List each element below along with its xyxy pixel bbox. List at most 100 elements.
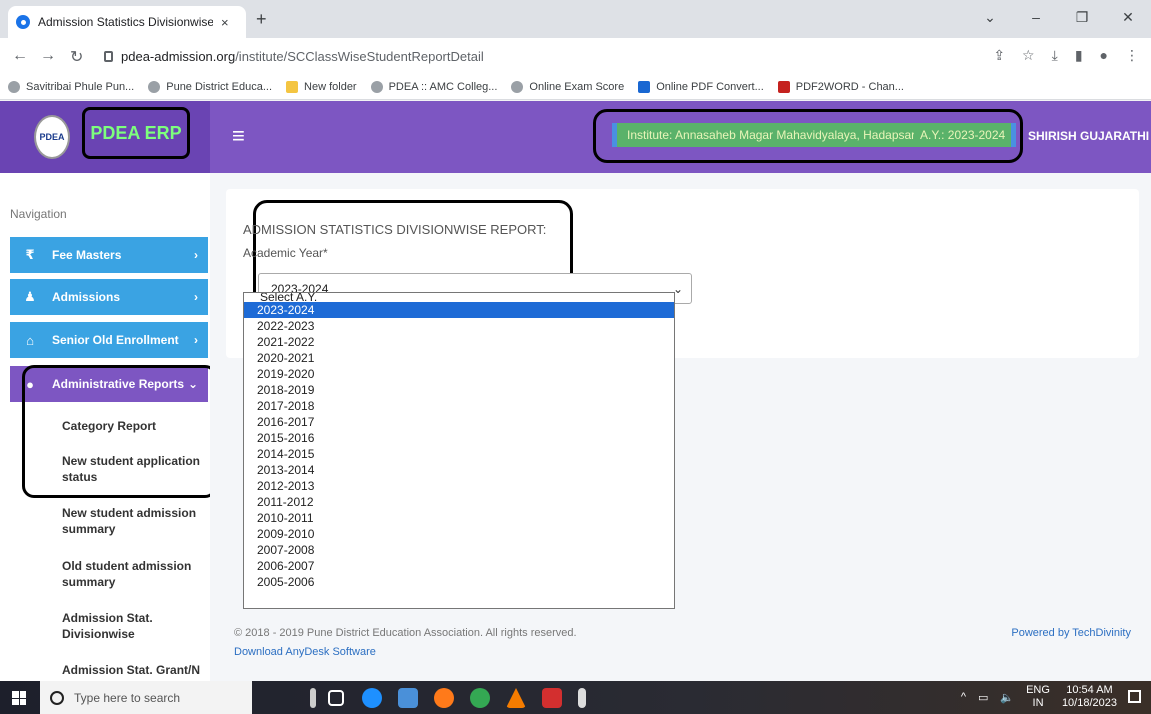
dropdown-option[interactable]: 2009-2010 (244, 526, 674, 542)
dropdown-option-placeholder[interactable]: Select A.Y. (244, 293, 674, 302)
dropdown-option[interactable]: 2005-2006 (244, 574, 674, 590)
task-view-icon[interactable] (328, 690, 344, 706)
page-title: ADMISSION STATISTICS DIVISIONWISE REPORT… (243, 222, 547, 237)
bookmark-item[interactable]: Savitribai Phule Pun... (8, 80, 134, 93)
chrome-icon[interactable] (470, 688, 490, 708)
rupee-icon: ₹ (25, 247, 35, 262)
bookmark-item[interactable]: New folder (286, 80, 357, 93)
minimize-icon[interactable]: – (1013, 6, 1059, 28)
bookmark-star-icon[interactable]: ☆ (1022, 47, 1035, 64)
sidebar-sub-category-report[interactable]: Category Report (62, 418, 202, 434)
tab-title: Admission Statistics Divisionwise (38, 15, 213, 29)
dropdown-option[interactable]: 2022-2023 (244, 318, 674, 334)
globe-icon (8, 80, 20, 93)
tab-search-icon[interactable]: ⌄ (967, 6, 1013, 28)
new-tab-button[interactable]: + (256, 9, 267, 30)
sidebar-sub-old-student-admission-summary[interactable]: Old student admission summary (62, 558, 202, 590)
globe-icon (370, 80, 383, 93)
sidebar-sub-admission-stat-grant[interactable]: Admission Stat. Grant/N (62, 662, 202, 678)
bookmark-item[interactable]: PDF2WORD - Chan... (777, 80, 904, 93)
volume-icon[interactable]: 🔈 (1000, 691, 1014, 704)
clock[interactable]: 10:54 AM 10/18/2023 (1062, 684, 1117, 710)
dropdown-option[interactable]: 2017-2018 (244, 398, 674, 414)
bookmark-item[interactable]: PDEA :: AMC Colleg... (370, 80, 497, 93)
dropdown-option[interactable]: 2012-2013 (244, 478, 674, 494)
dropdown-option[interactable]: 2010-2011 (244, 510, 674, 526)
back-arrow-icon[interactable]: ← (12, 47, 28, 65)
bookmark-item[interactable]: Online PDF Convert... (638, 80, 764, 93)
dropdown-option[interactable]: 2013-2014 (244, 462, 674, 478)
search-placeholder: Type here to search (74, 690, 181, 705)
user-name[interactable]: SHIRISH GUJARATHI (1028, 129, 1149, 143)
toolbar-icons: ⇪ ☆ ⤓ ▮ ● ⋮ (993, 47, 1139, 64)
window-controls: ⌄ – ❐ ✕ (967, 6, 1151, 28)
address-bar-row: ← → ↻ pdea-admission.org/institute/SCCla… (0, 38, 1151, 74)
dropdown-option[interactable]: 2019-2020 (244, 366, 674, 382)
acrobat-icon[interactable] (542, 688, 562, 708)
url-path: /institute/SCClassWiseStudentReportDetai… (235, 48, 484, 64)
lock-icon (104, 50, 113, 62)
profile-avatar-icon[interactable]: ● (1100, 47, 1108, 64)
institute-badge: Institute: Annasaheb Magar Mahavidyalaya… (612, 123, 926, 147)
restore-icon[interactable]: ❐ (1059, 6, 1105, 28)
notification-icon[interactable] (1128, 690, 1141, 703)
sidebar: Navigation ₹ Fee Masters › ♟ Admissions … (0, 173, 217, 681)
globe-icon (148, 80, 161, 93)
chevron-right-icon: › (194, 290, 198, 304)
taskbar-search-input[interactable]: Type here to search (40, 681, 252, 714)
reload-icon[interactable]: ↻ (70, 47, 83, 67)
chevron-right-icon: › (194, 248, 198, 262)
dropdown-option[interactable]: 2007-2008 (244, 542, 674, 558)
file-explorer-icon[interactable] (398, 688, 418, 708)
sidebar-item-senior-old-enrollment[interactable]: ⌂ Senior Old Enrollment › (10, 322, 208, 358)
academic-year-dropdown-list[interactable]: Select A.Y. 2023-2024 2022-2023 2021-202… (243, 292, 675, 609)
url-field[interactable]: pdea-admission.org/institute/SCClassWise… (104, 43, 964, 69)
brand-outline[interactable]: PDEA ERP (82, 107, 190, 159)
side-panel-icon[interactable]: ▮ (1075, 47, 1083, 64)
dropdown-option[interactable]: 2006-2007 (244, 558, 674, 574)
dropdown-option[interactable]: 2023-2024 (244, 302, 674, 318)
dropdown-option[interactable]: 2018-2019 (244, 382, 674, 398)
dropdown-option[interactable]: 2020-2021 (244, 350, 674, 366)
dropdown-option[interactable]: 2011-2012 (244, 494, 674, 510)
forward-arrow-icon[interactable]: → (40, 47, 56, 65)
powered-by-link[interactable]: Powered by TechDivinity (1011, 627, 1131, 639)
download-anydesk-link[interactable]: Download AnyDesk Software (234, 646, 376, 658)
network-icon[interactable]: ▭ (978, 691, 988, 704)
firefox-icon[interactable] (434, 688, 454, 708)
system-tray: ^ ▭ 🔈 ENG IN 10:54 AM 10/18/2023 (961, 684, 1117, 710)
hamburger-menu-icon[interactable]: ≡ (232, 123, 245, 149)
windows-taskbar: Type here to search ^ ▭ 🔈 ENG IN 10:54 A… (0, 681, 1151, 714)
app-icon[interactable] (578, 688, 586, 708)
sidebar-sub-new-student-admission-summary[interactable]: New student admission summary (62, 505, 202, 537)
bookmark-item[interactable]: Online Exam Score (511, 80, 624, 93)
sidebar-sub-admission-stat-divisionwise[interactable]: Admission Stat. Divisionwise (62, 610, 202, 642)
browser-tab[interactable]: Admission Statistics Divisionwise × (8, 6, 246, 38)
sidebar-item-admissions[interactable]: ♟ Admissions › (10, 279, 208, 315)
close-tab-icon[interactable]: × (221, 15, 229, 30)
dropdown-option[interactable]: 2015-2016 (244, 430, 674, 446)
folder-icon (286, 80, 299, 93)
tab-favicon-icon (16, 15, 30, 29)
footer-copyright: © 2018 - 2019 Pune District Education As… (234, 627, 577, 639)
windows-start-icon[interactable] (12, 691, 26, 705)
sidebar-item-fee-masters[interactable]: ₹ Fee Masters › (10, 237, 208, 273)
language-indicator[interactable]: ENG IN (1026, 684, 1050, 710)
close-window-icon[interactable]: ✕ (1105, 6, 1151, 28)
dropdown-option[interactable]: 2021-2022 (244, 334, 674, 350)
cortana-icon (50, 690, 64, 705)
user-plus-icon: ♟ (24, 289, 36, 304)
dropdown-option[interactable]: 2016-2017 (244, 414, 674, 430)
tray-chevron-up-icon[interactable]: ^ (961, 691, 966, 703)
download-icon[interactable]: ⤓ (1052, 47, 1058, 64)
sidebar-sub-new-student-application-status[interactable]: New student application status (62, 453, 202, 485)
brand-title: PDEA ERP (90, 122, 182, 143)
vlc-icon[interactable] (506, 688, 526, 708)
edge-icon[interactable] (362, 688, 382, 708)
app-header: PDEA PDEA ERP ≡ Institute: Annasaheb Mag… (0, 101, 1151, 173)
microphone-icon[interactable] (310, 688, 316, 708)
share-icon[interactable]: ⇪ (993, 47, 1005, 64)
kebab-menu-icon[interactable]: ⋮ (1125, 47, 1139, 64)
bookmark-item[interactable]: Pune District Educa... (148, 80, 272, 93)
dropdown-option[interactable]: 2014-2015 (244, 446, 674, 462)
